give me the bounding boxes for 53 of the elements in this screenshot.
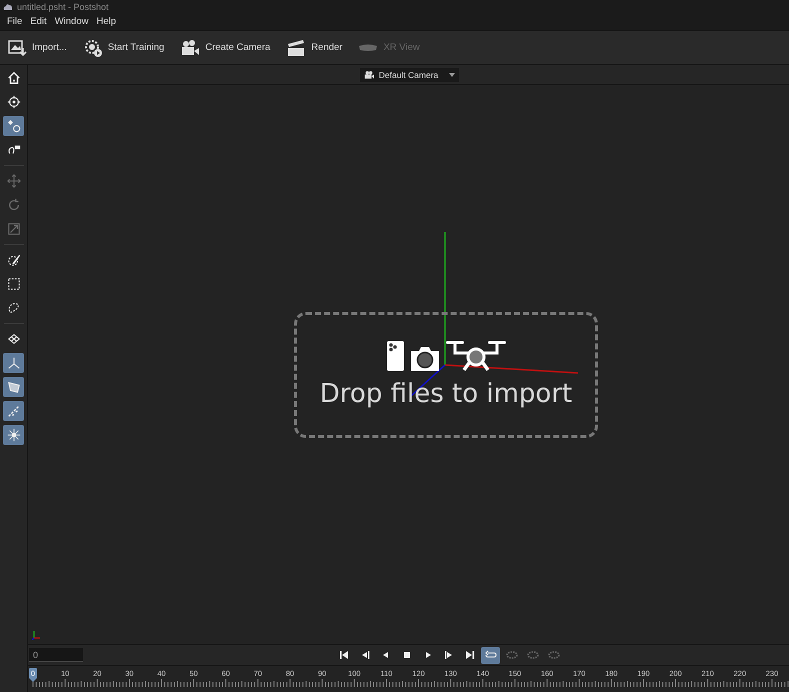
lasso-icon [6, 301, 20, 315]
dotted-ring-icon [548, 650, 560, 660]
axes-icon [6, 356, 20, 370]
axis-indicator-icon [32, 630, 42, 640]
menu-item[interactable]: File [3, 15, 26, 28]
loop-icon [484, 650, 496, 660]
image-import-icon [7, 38, 27, 58]
skip-start-icon [338, 650, 350, 660]
menu-item[interactable]: Help [92, 15, 120, 28]
menu-item[interactable]: Edit [26, 15, 51, 28]
frame-field[interactable]: 0 [29, 648, 83, 662]
render-button[interactable]: Render [284, 36, 344, 60]
train-button[interactable]: Start Training [80, 36, 166, 60]
points-tool-button[interactable] [3, 401, 24, 421]
frustum-icon [6, 380, 20, 394]
brush-icon [6, 253, 20, 267]
drone-icon [446, 341, 506, 371]
phone-icon [386, 341, 404, 371]
clapperboard-icon [286, 38, 306, 58]
rectangle-select-icon [6, 277, 20, 291]
home-icon [6, 71, 20, 85]
move-icon [6, 174, 20, 188]
points-icon [6, 404, 20, 418]
rotate-icon [6, 198, 20, 212]
dropdown-caret-icon [449, 72, 456, 76]
loop-button[interactable] [481, 646, 500, 664]
window-title: untitled.psht - Postshot [17, 2, 109, 12]
gear-play-icon [82, 38, 103, 58]
drop-hint: Drop files to import [320, 379, 572, 409]
splat-tool-button[interactable] [3, 425, 24, 445]
dotted-ring-icon [526, 650, 538, 660]
dotted-ring-icon [506, 650, 518, 660]
diamond-circle-icon [6, 119, 20, 133]
camera-icon [408, 345, 440, 371]
axes-tool-button[interactable] [3, 353, 24, 373]
sparkle-icon [6, 428, 20, 442]
crosshair-icon [6, 95, 20, 109]
camera-icon [364, 70, 374, 79]
skip-end-icon [464, 650, 476, 660]
playhead-handle[interactable] [29, 668, 37, 682]
camera-name: Default Camera [378, 70, 438, 80]
select-tool-button[interactable] [3, 116, 24, 136]
movie-camera-icon [180, 38, 200, 58]
camera-dropdown[interactable]: Default Camera [360, 68, 460, 82]
drop-zone[interactable]: Drop files to import [294, 312, 598, 438]
menu-item[interactable]: Window [50, 15, 92, 28]
plane-icon [6, 332, 20, 346]
import-button[interactable]: Import... [5, 36, 69, 60]
app-logo-icon [3, 2, 13, 10]
scale-icon [6, 222, 20, 236]
frustum-tool-button[interactable] [3, 377, 24, 397]
step-forward-icon [442, 650, 454, 660]
camera-button[interactable]: Create Camera [178, 36, 272, 60]
